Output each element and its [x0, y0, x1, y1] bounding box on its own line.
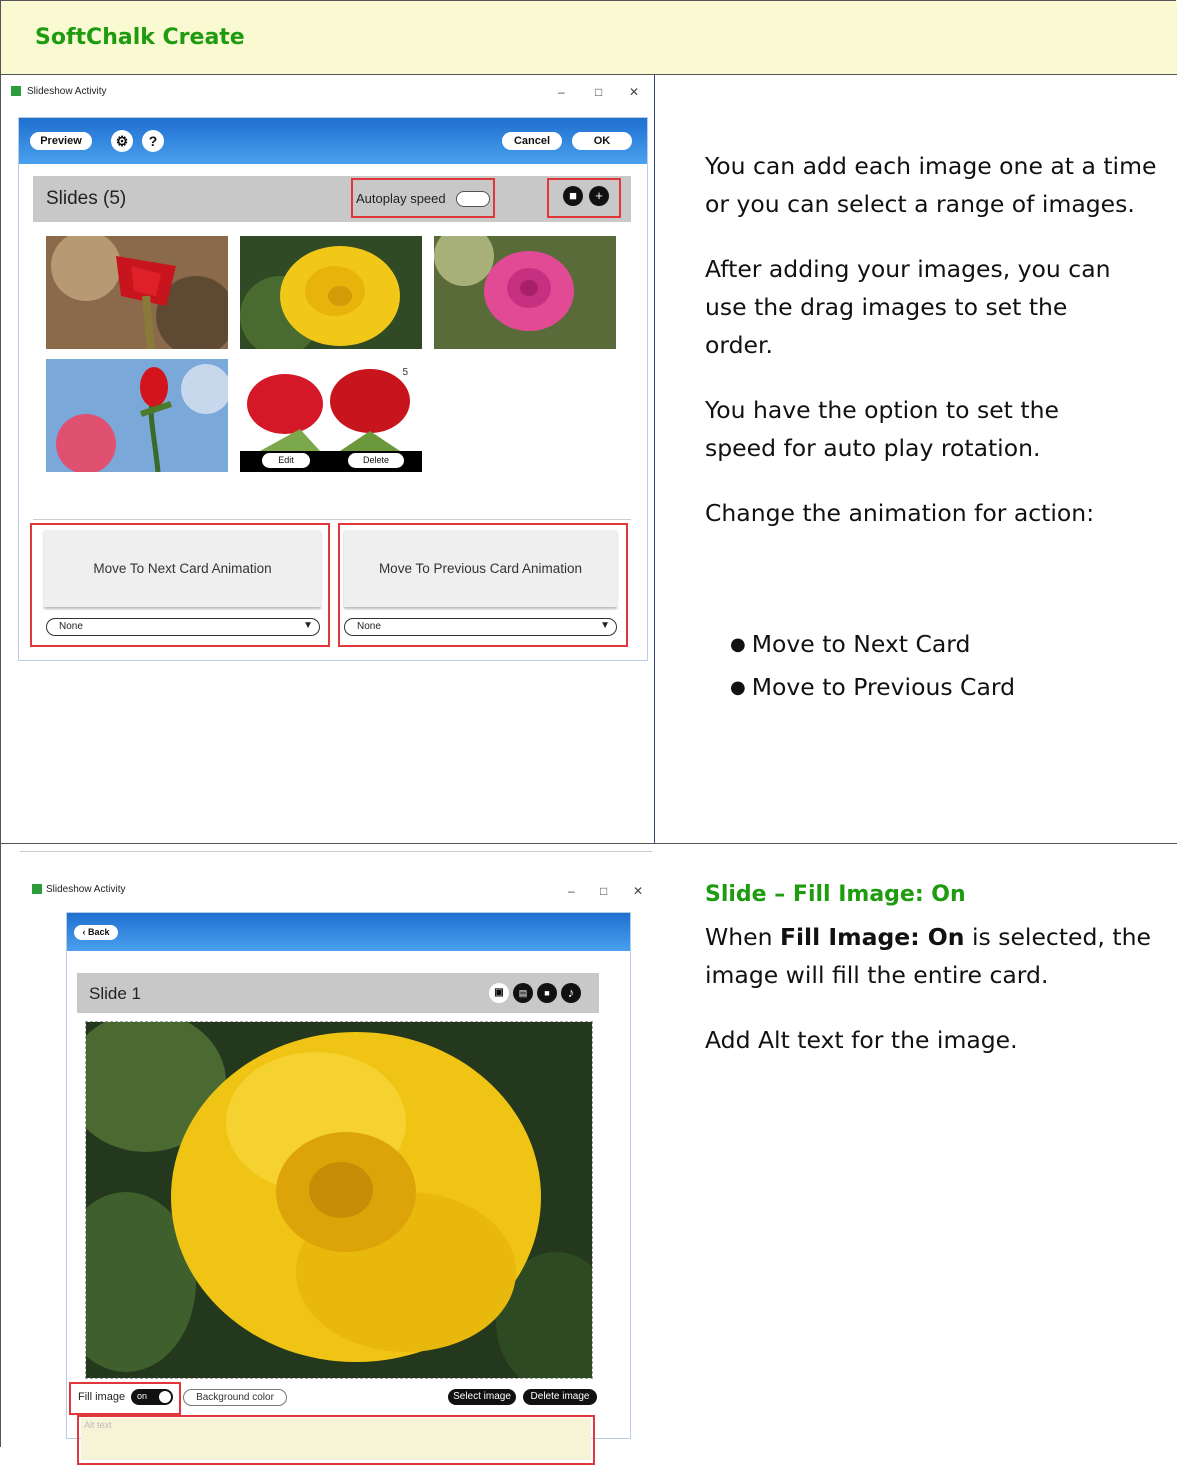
next-animation-select[interactable]: None ▼ — [46, 618, 320, 636]
slides-header: Slides (5) — [33, 176, 631, 222]
window-title: Slideshow Activity — [27, 86, 107, 97]
image-icon[interactable]: ▣ — [489, 983, 509, 1003]
chevron-down-icon: ▼ — [600, 620, 610, 631]
slide-number: 5 — [402, 367, 408, 378]
background-color-button[interactable]: Background color — [183, 1389, 287, 1406]
add-multiple-icon[interactable]: ■ — [563, 186, 583, 206]
back-label: Back — [87, 927, 110, 937]
header-bar: SoftChalk Create — [1, 1, 1177, 75]
paragraph-autoplay: You have the option to set the speed for… — [705, 396, 1059, 462]
toolbar: ‹ Back — [67, 913, 630, 951]
slide-image-area[interactable] — [85, 1021, 593, 1379]
minimize-button[interactable]: – — [558, 85, 565, 99]
cancel-button[interactable]: Cancel — [502, 132, 562, 150]
window-title: Slideshow Activity — [46, 884, 126, 895]
paragraph-drag-order: After adding your images, you can use th… — [705, 255, 1111, 359]
slideshow-window-2: Slideshow Activity – □ ✕ ‹ Back Slide 1 … — [20, 851, 652, 1465]
close-button[interactable]: ✕ — [633, 884, 643, 898]
alt-text-field[interactable]: Alt text — [81, 1418, 591, 1460]
next-animation-card[interactable]: Move To Next Card Animation — [44, 530, 321, 607]
delete-slide-button[interactable]: Delete — [348, 453, 404, 468]
right-text-1: You can add each image one at a time or … — [705, 147, 1165, 532]
fill-image-toggle[interactable]: on — [131, 1389, 173, 1405]
slide-thumbnail-4[interactable] — [46, 359, 228, 472]
slides-count-label: Slides (5) — [46, 188, 127, 209]
paragraph-add-images: You can add each image one at a time or … — [705, 152, 1157, 218]
slide-image — [86, 1022, 592, 1378]
toggle-state: on — [137, 1391, 148, 1401]
select-image-button[interactable]: Select image — [448, 1389, 516, 1405]
bullet-text: Move to Next Card — [751, 630, 971, 658]
slide-header: Slide 1 ▣ ▤ ■ ♪ — [77, 973, 599, 1013]
section-heading: Slide – Fill Image: On — [705, 882, 966, 907]
help-icon[interactable]: ? — [142, 130, 164, 152]
next-animation-value: None — [59, 621, 83, 632]
slide-thumbnail-1[interactable] — [46, 236, 228, 349]
add-slide-icon[interactable]: + — [589, 186, 609, 206]
paragraph-fill-image: When Fill Image: On is selected, the ima… — [705, 918, 1170, 994]
back-button[interactable]: ‹ Back — [74, 925, 118, 940]
delete-image-button[interactable]: Delete image — [523, 1389, 597, 1405]
column-divider — [654, 75, 655, 843]
toolbar: Preview ⚙ ? Cancel OK — [19, 118, 647, 164]
text-icon[interactable]: ■ — [537, 983, 557, 1003]
minimize-button[interactable]: – — [568, 884, 575, 898]
add-slide-highlight — [547, 178, 621, 218]
alt-text-placeholder: Alt text — [84, 1420, 112, 1430]
slideshow-window-1: Slideshow Activity – □ ✕ Preview ⚙ ? Can… — [5, 80, 653, 665]
media-icon[interactable]: ▤ — [513, 983, 533, 1003]
chevron-down-icon: ▼ — [303, 620, 313, 631]
text-part: When — [705, 923, 780, 951]
audio-icon[interactable]: ♪ — [561, 983, 581, 1003]
window-content: Preview ⚙ ? Cancel OK Slides (5) Autopla… — [18, 117, 648, 661]
bullet-text: Move to Previous Card — [751, 673, 1016, 701]
fill-image-label: Fill image — [78, 1391, 126, 1403]
section-divider — [33, 519, 631, 520]
close-button[interactable]: ✕ — [629, 85, 639, 99]
gear-icon[interactable]: ⚙ — [111, 130, 133, 152]
app-icon — [32, 884, 42, 894]
paragraph-alt-text: Add Alt text for the image. — [705, 1026, 1018, 1054]
slide-thumbnail-3[interactable] — [434, 236, 616, 349]
maximize-button[interactable]: □ — [595, 85, 602, 99]
preview-button[interactable]: Preview — [30, 132, 92, 150]
prev-animation-card[interactable]: Move To Previous Card Animation — [344, 530, 617, 607]
paragraph-animation: Change the animation for action: — [705, 499, 1095, 527]
app-icon — [11, 86, 21, 96]
bullet-next-card: ● Move to Next Card — [730, 630, 971, 658]
edit-slide-button[interactable]: Edit — [262, 453, 310, 468]
autoplay-label: Autoplay speed — [356, 191, 446, 206]
row-divider — [0, 843, 1177, 844]
slide-thumbnail-5[interactable]: 5 Edit Delete — [240, 359, 422, 472]
right-text-2: When Fill Image: On is selected, the ima… — [705, 918, 1170, 1059]
text-bold: Fill Image: On — [779, 923, 965, 951]
window-content: ‹ Back Slide 1 ▣ ▤ ■ ♪ Fill image on Bac… — [66, 912, 631, 1465]
toggle-knob — [159, 1391, 171, 1403]
page-title: SoftChalk Create — [35, 25, 245, 50]
autoplay-toggle[interactable] — [456, 191, 490, 207]
slide-thumbnail-2[interactable] — [240, 236, 422, 349]
bullet-previous-card: ● Move to Previous Card — [730, 673, 1016, 701]
ok-button[interactable]: OK — [572, 132, 632, 150]
maximize-button[interactable]: □ — [600, 884, 607, 898]
prev-animation-select[interactable]: None ▼ — [344, 618, 617, 636]
slide-title: Slide 1 — [89, 984, 141, 1003]
prev-animation-value: None — [357, 621, 381, 632]
